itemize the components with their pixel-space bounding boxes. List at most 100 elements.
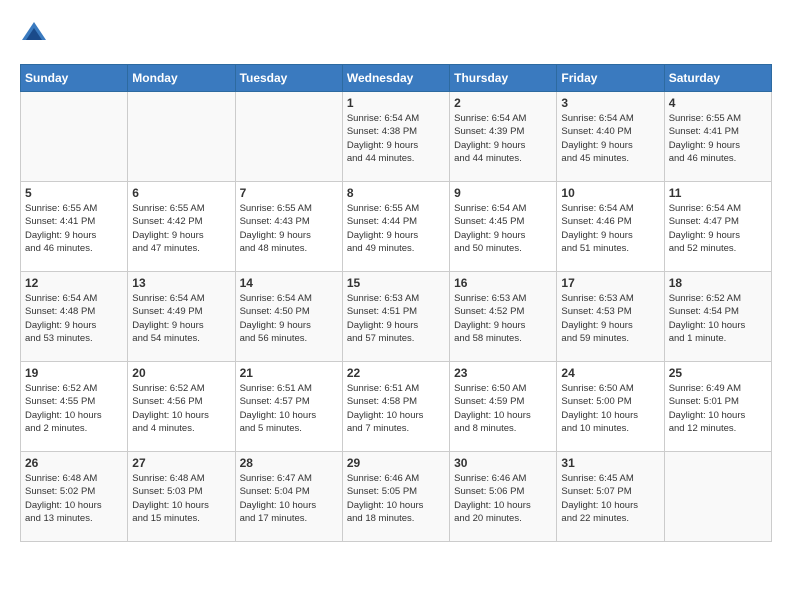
cell-content: Sunrise: 6:51 AM Sunset: 4:57 PM Dayligh… (240, 382, 338, 435)
day-number: 17 (561, 276, 659, 290)
calendar-table: SundayMondayTuesdayWednesdayThursdayFrid… (20, 64, 772, 542)
calendar-cell: 19 Sunrise: 6:52 AM Sunset: 4:55 PM Dayli… (21, 362, 128, 452)
logo-icon (20, 20, 48, 48)
calendar-cell (128, 92, 235, 182)
day-number: 26 (25, 456, 123, 470)
cell-content: Sunrise: 6:50 AM Sunset: 5:00 PM Dayligh… (561, 382, 659, 435)
calendar-cell: 4 Sunrise: 6:55 AM Sunset: 4:41 PM Daylig… (664, 92, 771, 182)
calendar-cell: 24Sunrise: 6:50 AM Sunset: 5:00 PM Dayli… (557, 362, 664, 452)
calendar-cell: 5 Sunrise: 6:55 AM Sunset: 4:41 PM Daylig… (21, 182, 128, 272)
calendar-cell: 30Sunrise: 6:46 AM Sunset: 5:06 PM Dayli… (450, 452, 557, 542)
day-number: 25 (669, 366, 767, 380)
day-number: 28 (240, 456, 338, 470)
cell-content: Sunrise: 6:47 AM Sunset: 5:04 PM Dayligh… (240, 472, 338, 525)
calendar-cell: 22 Sunrise: 6:51 AM Sunset: 4:58 PM Dayli… (342, 362, 449, 452)
cell-content: Sunrise: 6:54 AM Sunset: 4:46 PM Dayligh… (561, 202, 659, 255)
day-number: 27 (132, 456, 230, 470)
day-number: 1 (347, 96, 445, 110)
calendar-week-row: 26 Sunrise: 6:48 AM Sunset: 5:02 PM Dayli… (21, 452, 772, 542)
cell-content: Sunrise: 6:49 AM Sunset: 5:01 PM Dayligh… (669, 382, 767, 435)
cell-content: Sunrise: 6:54 AM Sunset: 4:45 PM Dayligh… (454, 202, 552, 255)
calendar-cell: 1 Sunrise: 6:54 AM Sunset: 4:38 PM Daylig… (342, 92, 449, 182)
day-number: 5 (25, 186, 123, 200)
cell-content: Sunrise: 6:50 AM Sunset: 4:59 PM Dayligh… (454, 382, 552, 435)
cell-content: Sunrise: 6:46 AM Sunset: 5:05 PM Dayligh… (347, 472, 445, 525)
header-day-monday: Monday (128, 65, 235, 92)
cell-content: Sunrise: 6:48 AM Sunset: 5:03 PM Dayligh… (132, 472, 230, 525)
calendar-week-row: 5 Sunrise: 6:55 AM Sunset: 4:41 PM Daylig… (21, 182, 772, 272)
day-number: 11 (669, 186, 767, 200)
day-number: 2 (454, 96, 552, 110)
cell-content: Sunrise: 6:54 AM Sunset: 4:49 PM Dayligh… (132, 292, 230, 345)
day-number: 19 (25, 366, 123, 380)
day-number: 12 (25, 276, 123, 290)
header (20, 20, 772, 48)
day-number: 6 (132, 186, 230, 200)
calendar-cell: 2 Sunrise: 6:54 AM Sunset: 4:39 PM Daylig… (450, 92, 557, 182)
day-number: 23 (454, 366, 552, 380)
day-number: 7 (240, 186, 338, 200)
day-number: 21 (240, 366, 338, 380)
calendar-cell (235, 92, 342, 182)
day-number: 3 (561, 96, 659, 110)
calendar-cell: 12Sunrise: 6:54 AM Sunset: 4:48 PM Dayli… (21, 272, 128, 362)
calendar-week-row: 12Sunrise: 6:54 AM Sunset: 4:48 PM Dayli… (21, 272, 772, 362)
day-number: 10 (561, 186, 659, 200)
day-number: 4 (669, 96, 767, 110)
cell-content: Sunrise: 6:54 AM Sunset: 4:38 PM Dayligh… (347, 112, 445, 165)
cell-content: Sunrise: 6:55 AM Sunset: 4:43 PM Dayligh… (240, 202, 338, 255)
calendar-week-row: 1 Sunrise: 6:54 AM Sunset: 4:38 PM Daylig… (21, 92, 772, 182)
cell-content: Sunrise: 6:54 AM Sunset: 4:39 PM Dayligh… (454, 112, 552, 165)
day-number: 30 (454, 456, 552, 470)
logo (20, 20, 50, 48)
calendar-cell: 28 Sunrise: 6:47 AM Sunset: 5:04 PM Dayli… (235, 452, 342, 542)
cell-content: Sunrise: 6:53 AM Sunset: 4:52 PM Dayligh… (454, 292, 552, 345)
header-day-sunday: Sunday (21, 65, 128, 92)
cell-content: Sunrise: 6:55 AM Sunset: 4:42 PM Dayligh… (132, 202, 230, 255)
day-number: 29 (347, 456, 445, 470)
calendar-cell: 10 Sunrise: 6:54 AM Sunset: 4:46 PM Dayli… (557, 182, 664, 272)
cell-content: Sunrise: 6:45 AM Sunset: 5:07 PM Dayligh… (561, 472, 659, 525)
cell-content: Sunrise: 6:51 AM Sunset: 4:58 PM Dayligh… (347, 382, 445, 435)
day-number: 9 (454, 186, 552, 200)
calendar-cell: 8 Sunrise: 6:55 AM Sunset: 4:44 PM Daylig… (342, 182, 449, 272)
cell-content: Sunrise: 6:52 AM Sunset: 4:56 PM Dayligh… (132, 382, 230, 435)
cell-content: Sunrise: 6:55 AM Sunset: 4:41 PM Dayligh… (669, 112, 767, 165)
calendar-week-row: 19 Sunrise: 6:52 AM Sunset: 4:55 PM Dayli… (21, 362, 772, 452)
calendar-cell: 18Sunrise: 6:52 AM Sunset: 4:54 PM Dayli… (664, 272, 771, 362)
header-day-wednesday: Wednesday (342, 65, 449, 92)
cell-content: Sunrise: 6:55 AM Sunset: 4:44 PM Dayligh… (347, 202, 445, 255)
cell-content: Sunrise: 6:54 AM Sunset: 4:47 PM Dayligh… (669, 202, 767, 255)
calendar-cell: 14 Sunrise: 6:54 AM Sunset: 4:50 PM Dayli… (235, 272, 342, 362)
calendar-cell: 31 Sunrise: 6:45 AM Sunset: 5:07 PM Dayli… (557, 452, 664, 542)
calendar-cell: 13Sunrise: 6:54 AM Sunset: 4:49 PM Dayli… (128, 272, 235, 362)
calendar-cell: 25 Sunrise: 6:49 AM Sunset: 5:01 PM Dayli… (664, 362, 771, 452)
day-number: 22 (347, 366, 445, 380)
calendar-cell: 21 Sunrise: 6:51 AM Sunset: 4:57 PM Dayli… (235, 362, 342, 452)
cell-content: Sunrise: 6:52 AM Sunset: 4:54 PM Dayligh… (669, 292, 767, 345)
cell-content: Sunrise: 6:54 AM Sunset: 4:50 PM Dayligh… (240, 292, 338, 345)
header-day-tuesday: Tuesday (235, 65, 342, 92)
calendar-cell: 9 Sunrise: 6:54 AM Sunset: 4:45 PM Daylig… (450, 182, 557, 272)
header-day-saturday: Saturday (664, 65, 771, 92)
cell-content: Sunrise: 6:54 AM Sunset: 4:40 PM Dayligh… (561, 112, 659, 165)
calendar-cell: 26 Sunrise: 6:48 AM Sunset: 5:02 PM Dayli… (21, 452, 128, 542)
day-number: 14 (240, 276, 338, 290)
day-number: 15 (347, 276, 445, 290)
day-number: 8 (347, 186, 445, 200)
cell-content: Sunrise: 6:52 AM Sunset: 4:55 PM Dayligh… (25, 382, 123, 435)
cell-content: Sunrise: 6:53 AM Sunset: 4:51 PM Dayligh… (347, 292, 445, 345)
day-number: 31 (561, 456, 659, 470)
day-number: 20 (132, 366, 230, 380)
day-number: 16 (454, 276, 552, 290)
calendar-cell: 7 Sunrise: 6:55 AM Sunset: 4:43 PM Daylig… (235, 182, 342, 272)
calendar-cell: 23 Sunrise: 6:50 AM Sunset: 4:59 PM Dayli… (450, 362, 557, 452)
cell-content: Sunrise: 6:48 AM Sunset: 5:02 PM Dayligh… (25, 472, 123, 525)
cell-content: Sunrise: 6:55 AM Sunset: 4:41 PM Dayligh… (25, 202, 123, 255)
calendar-cell: 6 Sunrise: 6:55 AM Sunset: 4:42 PM Daylig… (128, 182, 235, 272)
calendar-cell (21, 92, 128, 182)
calendar-cell: 16 Sunrise: 6:53 AM Sunset: 4:52 PM Dayli… (450, 272, 557, 362)
calendar-cell (664, 452, 771, 542)
calendar-cell: 29 Sunrise: 6:46 AM Sunset: 5:05 PM Dayli… (342, 452, 449, 542)
calendar-cell: 3 Sunrise: 6:54 AM Sunset: 4:40 PM Daylig… (557, 92, 664, 182)
